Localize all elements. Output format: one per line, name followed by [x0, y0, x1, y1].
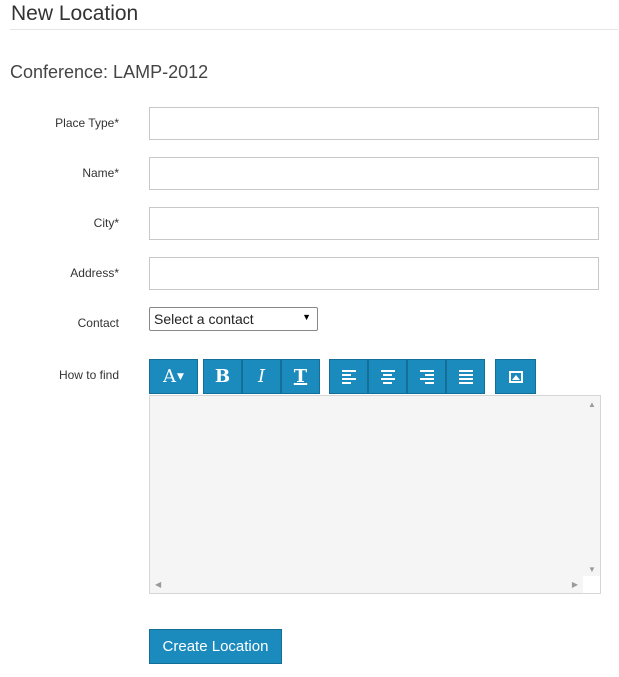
scroll-up-icon[interactable]: ▲	[588, 400, 596, 409]
page-title: New Location	[11, 2, 139, 25]
dropdown-arrow-icon: ▼	[302, 312, 311, 322]
how-to-find-label: How to find	[58, 368, 119, 382]
contact-label: Contact	[77, 316, 119, 330]
scroll-left-icon[interactable]: ◀	[155, 580, 161, 589]
contact-select-value: Select a contact	[154, 311, 254, 327]
how-to-find-editor[interactable]: ▲ ▼ ◀ ▶	[149, 395, 601, 594]
bold-button[interactable]: B	[203, 359, 242, 394]
name-label: Name*	[82, 166, 119, 180]
vertical-scrollbar[interactable]: ▲ ▼	[584, 396, 600, 578]
contact-select[interactable]: Select a contact ▼	[149, 307, 318, 331]
justify-button[interactable]	[446, 359, 485, 394]
align-center-button[interactable]	[368, 359, 407, 394]
address-input[interactable]	[149, 257, 599, 290]
name-input[interactable]	[149, 157, 599, 190]
toolbar-insert-group	[495, 359, 536, 394]
italic-icon: I	[257, 366, 266, 387]
toolbar-style-group: B I T	[203, 359, 320, 394]
align-right-icon	[419, 369, 434, 384]
clear-format-button[interactable]: T	[281, 359, 320, 394]
city-input[interactable]	[149, 207, 599, 240]
scroll-down-icon[interactable]: ▼	[588, 565, 596, 574]
bold-icon: B	[214, 366, 231, 387]
horizontal-scrollbar[interactable]: ◀ ▶	[150, 577, 584, 593]
font-size-icon: A	[163, 366, 177, 387]
align-right-button[interactable]	[407, 359, 446, 394]
title-divider	[10, 29, 618, 30]
image-icon	[508, 370, 523, 383]
city-label: City*	[93, 216, 119, 230]
italic-button[interactable]: I	[242, 359, 281, 394]
insert-image-button[interactable]	[495, 359, 536, 394]
create-location-button[interactable]: Create Location	[149, 629, 282, 664]
scroll-right-icon[interactable]: ▶	[572, 580, 578, 589]
conference-title: Conference: LAMP-2012	[10, 62, 209, 82]
address-label: Address*	[70, 266, 119, 280]
place-type-label: Place Type*	[55, 116, 119, 130]
align-center-icon	[380, 369, 395, 384]
align-left-icon	[341, 369, 356, 384]
toolbar-align-group	[329, 359, 485, 394]
caret-down-icon: ▼	[177, 371, 184, 382]
align-left-button[interactable]	[329, 359, 368, 394]
scrollbar-corner	[583, 576, 600, 593]
toolbar-font-group: A ▼	[149, 359, 198, 394]
place-type-input[interactable]	[149, 107, 599, 140]
font-size-button[interactable]: A ▼	[149, 359, 198, 394]
clear-format-icon: T	[293, 366, 308, 387]
justify-icon	[458, 369, 473, 384]
